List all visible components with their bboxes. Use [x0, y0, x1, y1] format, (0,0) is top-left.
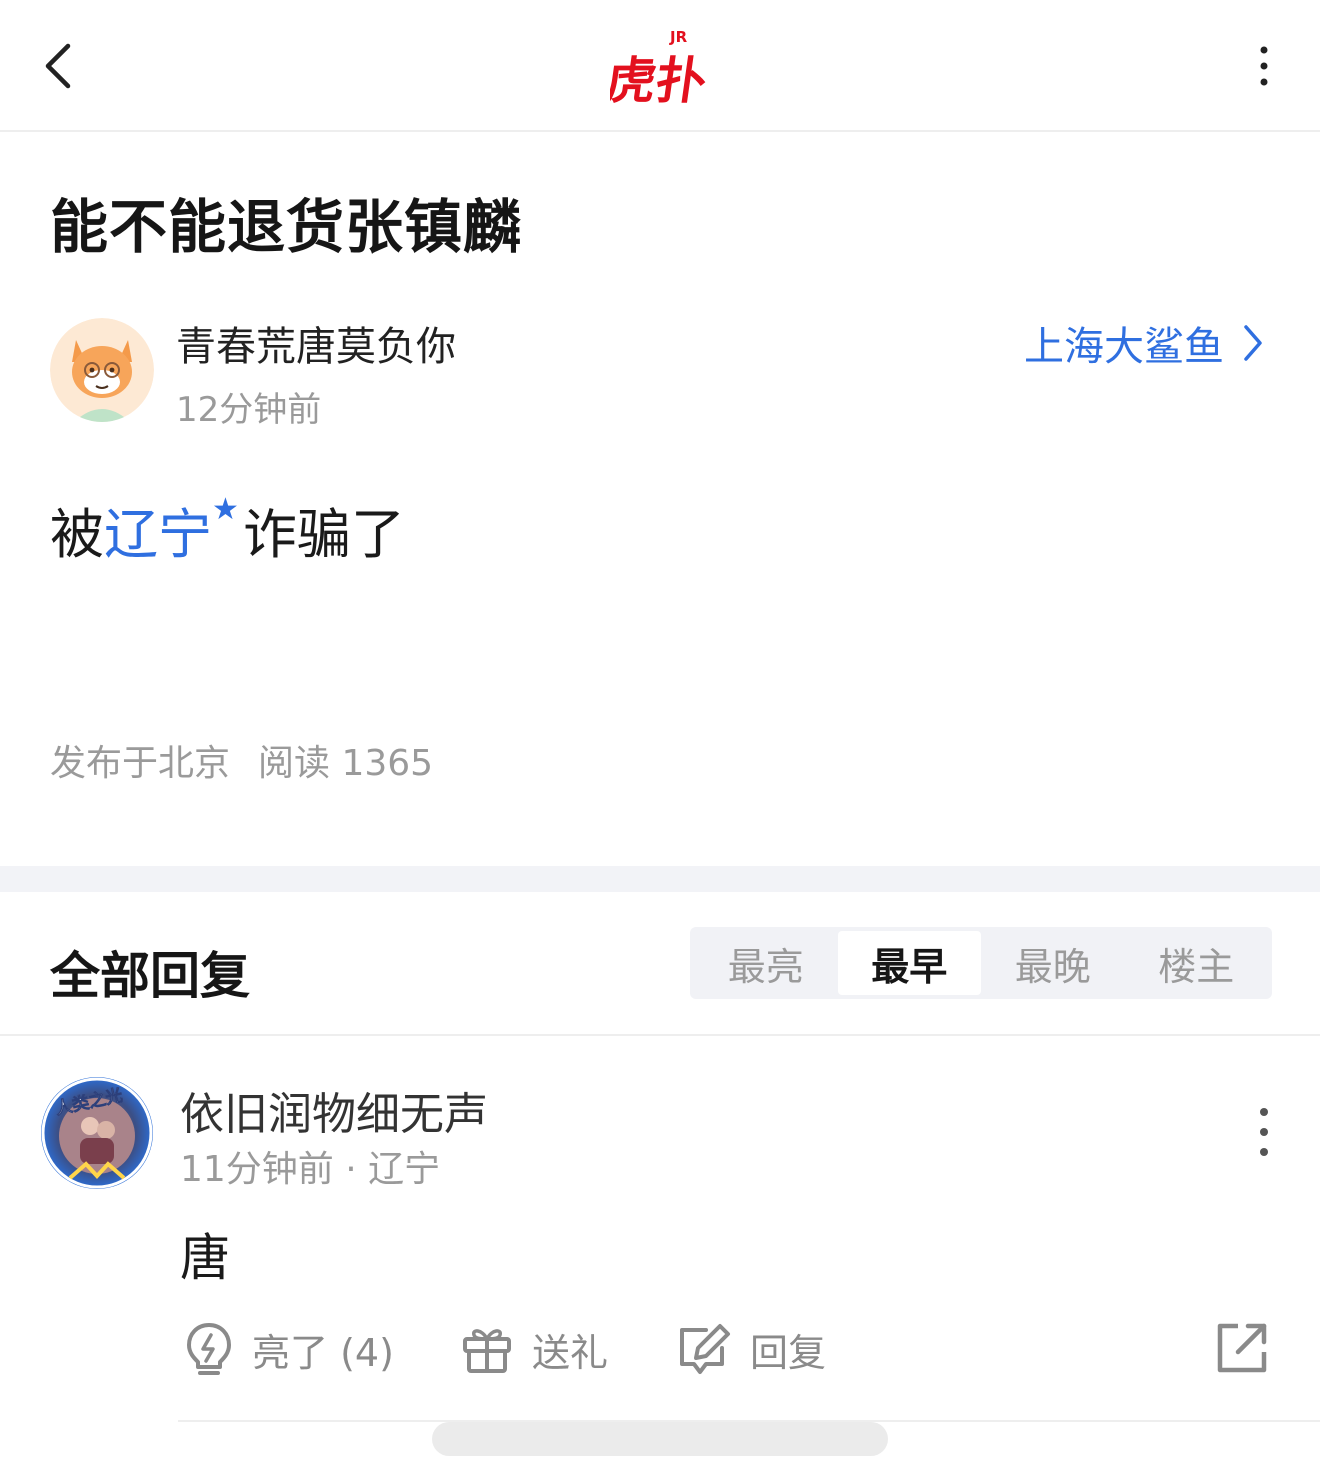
lightbulb-icon: [187, 1323, 231, 1375]
team-tag-link[interactable]: 辽宁: [104, 490, 212, 569]
hupu-logo: JR 虎扑: [602, 26, 710, 110]
post-title: 能不能退货张镇麟: [50, 193, 523, 261]
post-time: 12分钟前: [176, 390, 322, 430]
post-meta: 发布于北京 阅读 1365: [50, 734, 433, 786]
reply-avatar[interactable]: 人类之光: [40, 1076, 154, 1190]
edit-icon: [680, 1324, 730, 1374]
sort-tab-latest[interactable]: 最晚: [981, 931, 1125, 995]
back-button[interactable]: [36, 40, 84, 92]
board-link[interactable]: 上海大鲨鱼: [1024, 314, 1264, 372]
share-icon: [1217, 1323, 1267, 1373]
svg-text:虎扑: 虎扑: [610, 51, 710, 106]
share-button[interactable]: [1214, 1320, 1270, 1376]
more-vertical-icon: [1260, 46, 1268, 86]
post-read-count: 阅读 1365: [258, 743, 434, 784]
author-avatar[interactable]: [50, 318, 154, 422]
author-name[interactable]: 青春荒唐莫负你: [176, 314, 456, 372]
more-options-button[interactable]: [1244, 40, 1284, 92]
board-name: 上海大鲨鱼: [1024, 324, 1224, 370]
post-body-suffix: 诈骗了: [242, 503, 405, 566]
back-icon: [45, 43, 71, 89]
reply-meta: 11分钟前 · 辽宁: [180, 1149, 441, 1190]
star-icon: ★: [212, 492, 239, 527]
gift-icon: [463, 1329, 511, 1373]
gift-button[interactable]: 送礼: [460, 1318, 608, 1380]
sort-tab-earliest[interactable]: 最早: [837, 931, 981, 995]
post-body: 被 辽宁 ★ 诈骗了: [50, 490, 405, 569]
reply-button[interactable]: 回复: [676, 1318, 826, 1380]
post-body-prefix: 被: [50, 503, 104, 566]
reply-content: 唐: [180, 1229, 230, 1287]
like-count-label: 亮了 (4): [252, 1330, 394, 1375]
post-location: 发布于北京: [50, 743, 231, 784]
reply-more-button[interactable]: [1246, 1104, 1282, 1160]
section-divider: [0, 866, 1320, 892]
sort-tab-op-only[interactable]: 楼主: [1125, 931, 1269, 995]
sort-tab-brightest[interactable]: 最亮: [694, 931, 838, 995]
watermark: [432, 1422, 888, 1456]
chevron-right-icon: [1244, 325, 1262, 361]
reply-label: 回复: [750, 1330, 827, 1375]
top-bar: JR 虎扑: [0, 0, 1320, 132]
replies-title: 全部回复: [50, 947, 250, 1005]
like-button[interactable]: 亮了 (4): [184, 1318, 394, 1380]
svg-text:JR: JR: [669, 28, 688, 46]
divider: [0, 1034, 1320, 1036]
gift-label: 送礼: [532, 1330, 609, 1375]
reply-username[interactable]: 依旧润物细无声: [180, 1078, 488, 1142]
more-vertical-icon: [1260, 1108, 1268, 1156]
reply-sort-tabs: 最亮 最早 最晚 楼主: [690, 927, 1272, 999]
